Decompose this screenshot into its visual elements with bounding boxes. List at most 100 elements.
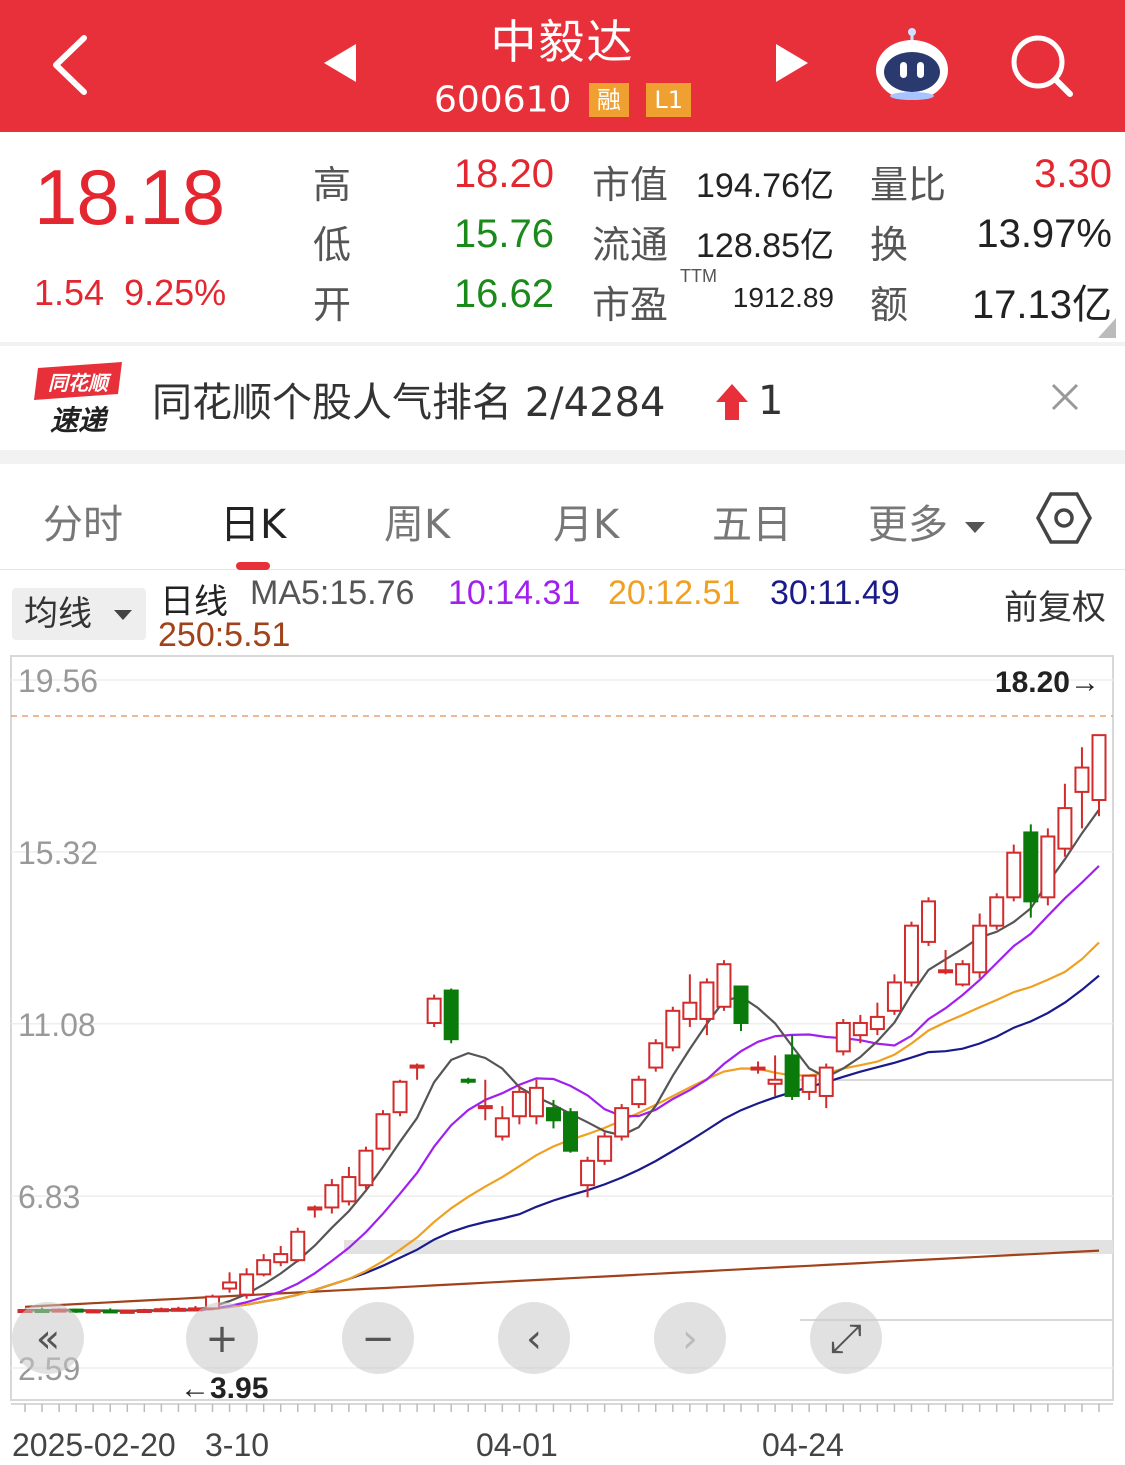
candle-up [767, 1078, 783, 1085]
tab-monthly-k[interactable]: 月K [553, 492, 619, 550]
open-value: 16.62 [453, 272, 554, 316]
pe-label: 市盈 [592, 283, 669, 327]
candle-up [477, 1105, 493, 1110]
candle-up [955, 963, 971, 986]
zoom-out-button[interactable]: − [342, 1302, 414, 1374]
close-icon[interactable] [1050, 382, 1080, 412]
ma20-value: 20:12.51 [608, 574, 741, 612]
kline-chart[interactable]: 19.5615.3211.086.832.59 18.20→ ←3.95 «+−… [0, 650, 1125, 1465]
tab-intraday[interactable]: 分时 [43, 492, 123, 550]
candle-up [170, 1307, 186, 1312]
market-cap-label: 市值 [592, 163, 669, 207]
tab-weekly-k[interactable]: 周K [384, 492, 450, 550]
candle-up [716, 963, 732, 1008]
candle-down [460, 1078, 476, 1083]
control-label: « [36, 1316, 60, 1362]
x-axis: 2025-02-20 3-10 04-01 04-24 [11, 1403, 1113, 1463]
candle-up [341, 1176, 357, 1203]
candle-down [545, 1107, 561, 1122]
tab-more[interactable]: 更多 [868, 492, 985, 550]
candle-up [1057, 807, 1073, 850]
change-amount: 1.54 [34, 272, 105, 313]
level1-tag: L1 [646, 83, 691, 117]
fullscreen-button[interactable]: ⤢ [810, 1302, 882, 1374]
candle-up [989, 896, 1005, 927]
y-tick-label: 15.32 [18, 835, 98, 871]
candle-down [784, 1054, 800, 1097]
candle-up [273, 1253, 289, 1264]
y-tick-label: 11.08 [18, 1007, 96, 1043]
adjust-mode-button[interactable]: 前复权 [1004, 580, 1106, 629]
candle-up [972, 924, 988, 974]
candle-up [307, 1206, 323, 1211]
candle-up [886, 981, 902, 1012]
popularity-rank-text: 同花顺个股人气排名 2/4284 [152, 380, 666, 426]
float-cap-value: 128.85亿 [696, 227, 834, 265]
change-percent: 9.25% [124, 272, 227, 313]
candle-up [358, 1149, 374, 1187]
tab-daily-k[interactable]: 日K [220, 492, 286, 550]
scroll-left-button[interactable]: ‹ [498, 1302, 570, 1374]
search-icon[interactable] [1006, 32, 1076, 98]
candle-up [835, 1021, 851, 1053]
candle-up [119, 1309, 135, 1314]
logo-bottom-text: 速递 [50, 404, 109, 437]
scroll-left-fast-button[interactable]: « [12, 1302, 84, 1374]
expand-corner-icon[interactable] [1098, 318, 1116, 338]
stock-code: 600610 [434, 79, 572, 121]
candle-down [102, 1309, 118, 1314]
candle-up [494, 1117, 510, 1138]
candle-up [256, 1259, 272, 1276]
x-tick-label: 04-01 [476, 1427, 558, 1463]
amount-value: 17.13亿 [971, 283, 1112, 327]
price-range-band [344, 1240, 1113, 1254]
candle-up [597, 1135, 613, 1162]
candle-up [222, 1281, 238, 1290]
margin-tag: 融 [588, 83, 629, 117]
candle-up [580, 1159, 596, 1187]
control-label: › [682, 1316, 698, 1362]
scroll-right-button[interactable]: › [654, 1302, 726, 1374]
pe-value: 1912.89 [732, 282, 834, 313]
market-cap-value: 194.76亿 [696, 167, 834, 205]
x-tick-label: 3-10 [205, 1427, 269, 1463]
candle-up [665, 1009, 681, 1049]
control-label: ‹ [526, 1316, 542, 1362]
candle-up [682, 1001, 698, 1020]
news-strip[interactable]: 同花顺 速递 同花顺个股人气排名 2/4284 1 [0, 346, 1125, 450]
zoom-in-button[interactable]: + [186, 1302, 258, 1374]
float-cap-label: 流通 [592, 223, 669, 267]
rank-change-value: 1 [758, 378, 784, 424]
price-change: 1.54 9.25% [34, 272, 226, 314]
amount-label: 额 [870, 283, 909, 327]
candle-up [631, 1078, 647, 1106]
max-price-marker: 18.20→ [995, 666, 1100, 699]
ma10-value: 10:14.31 [448, 574, 581, 612]
control-label: ⤢ [830, 1316, 862, 1362]
high-label: 高 [313, 163, 352, 207]
candle-up [85, 1309, 101, 1314]
tab-more-label: 更多 [868, 502, 948, 548]
indicator-select[interactable]: 均线 [12, 588, 146, 640]
next-stock-icon[interactable] [774, 42, 810, 84]
candle-up [239, 1273, 255, 1296]
candle-up [699, 981, 715, 1020]
candle-up [528, 1086, 544, 1118]
chart-frame [10, 655, 1114, 1401]
candle-up [921, 900, 937, 943]
candle-up [801, 1074, 817, 1093]
ma5-value: MA5:15.76 [250, 574, 415, 612]
open-label: 开 [313, 283, 352, 327]
candle-down [733, 985, 749, 1024]
settings-hexagon-icon[interactable] [1036, 490, 1092, 546]
turnover-value: 13.97% [976, 212, 1112, 256]
last-price: 18.18 [34, 153, 225, 241]
candle-up [938, 969, 954, 974]
control-label: + [205, 1316, 239, 1362]
tab-five-day[interactable]: 五日 [712, 492, 792, 550]
x-tick-label: 04-24 [762, 1427, 844, 1463]
assistant-robot-icon[interactable] [872, 26, 952, 102]
candle-up [1006, 851, 1022, 899]
turnover-label: 换 [870, 223, 909, 267]
y-tick-label: 19.56 [18, 663, 98, 699]
